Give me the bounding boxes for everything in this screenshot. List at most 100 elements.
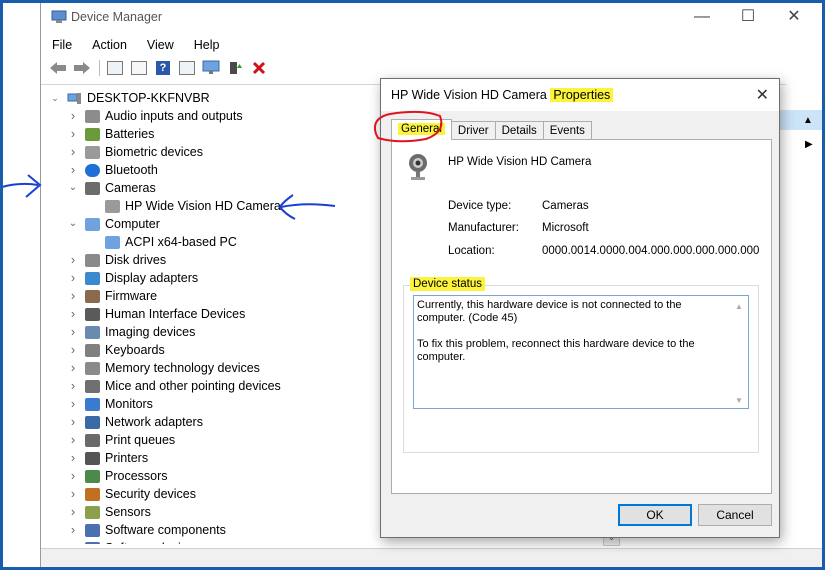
tree-item-label: Cameras bbox=[105, 181, 156, 195]
tree-item-memory-technology-devices[interactable]: › Memory technology devices bbox=[67, 359, 260, 377]
tree-item-firmware[interactable]: › Firmware bbox=[67, 287, 157, 305]
expand-chevron-icon[interactable]: › bbox=[67, 467, 79, 485]
tree-item-biometric-devices[interactable]: › Biometric devices bbox=[67, 143, 203, 161]
monitor-icon bbox=[202, 60, 220, 74]
tree-item-label: Memory technology devices bbox=[105, 361, 260, 375]
tree-item-printers[interactable]: › Printers bbox=[67, 449, 148, 467]
tree-item-disk-drives[interactable]: › Disk drives bbox=[67, 251, 166, 269]
tree-item-label: Computer bbox=[105, 217, 160, 231]
tree-item-label: Display adapters bbox=[105, 271, 199, 285]
menu-help[interactable]: Help bbox=[183, 36, 229, 54]
collapse-chevron-icon[interactable]: ⌄ bbox=[67, 215, 79, 233]
help-button[interactable]: ? bbox=[152, 58, 174, 78]
expand-chevron-icon[interactable]: › bbox=[67, 251, 79, 269]
menu-view[interactable]: View bbox=[136, 36, 183, 54]
scrollbar-thumb-area[interactable] bbox=[779, 110, 825, 130]
memory-technology-devices-icon bbox=[85, 361, 100, 375]
tree-item-label: HP Wide Vision HD Camera bbox=[125, 199, 281, 213]
tree-root-label: DESKTOP-KKFNVBR bbox=[87, 91, 210, 105]
menu-action[interactable]: Action bbox=[81, 36, 136, 54]
tree-item-label: Processors bbox=[105, 469, 168, 483]
expand-chevron-icon[interactable]: › bbox=[67, 125, 79, 143]
dialog-close-button[interactable]: ✕ bbox=[756, 85, 769, 105]
tree-item-mice-and-other-pointing-devices[interactable]: › Mice and other pointing devices bbox=[67, 377, 281, 395]
expand-right-icon[interactable]: ▶ bbox=[805, 139, 813, 150]
tree-item-label: Audio inputs and outputs bbox=[105, 109, 243, 123]
location-value: 0000.0014.0000.004.000.000.000.000.000 bbox=[542, 245, 760, 257]
collapse-chevron-icon[interactable]: ⌄ bbox=[67, 179, 79, 197]
uninstall-device-button[interactable] bbox=[248, 58, 270, 78]
disk-drives-icon bbox=[85, 253, 100, 267]
show-hide-console-tree-button[interactable] bbox=[104, 58, 126, 78]
device-status-label: Device status bbox=[410, 277, 486, 291]
expand-chevron-icon[interactable]: › bbox=[67, 359, 79, 377]
expand-chevron-icon[interactable]: › bbox=[67, 107, 79, 125]
tree-item-monitors[interactable]: › Monitors bbox=[67, 395, 153, 413]
tree-item-hp-wide-vision-hd-camera[interactable]: HP Wide Vision HD Camera bbox=[87, 197, 281, 215]
tree-item-cameras[interactable]: ⌄ Cameras bbox=[67, 179, 156, 197]
expand-chevron-icon[interactable]: › bbox=[67, 269, 79, 287]
scroll-up-icon[interactable]: ▲ bbox=[803, 115, 813, 126]
tree-item-processors[interactable]: › Processors bbox=[67, 467, 168, 485]
expand-chevron-icon[interactable]: › bbox=[67, 305, 79, 323]
expand-chevron-icon[interactable]: › bbox=[67, 485, 79, 503]
back-button[interactable] bbox=[47, 58, 69, 78]
expand-chevron-icon[interactable]: › bbox=[67, 377, 79, 395]
device-status-textbox[interactable]: Currently, this hardware device is not c… bbox=[413, 295, 749, 409]
expand-chevron-icon[interactable]: › bbox=[67, 503, 79, 521]
status-scroll-up-icon[interactable]: ▲ bbox=[735, 300, 743, 313]
tree-item-print-queues[interactable]: › Print queues bbox=[67, 431, 175, 449]
collapse-chevron-icon[interactable]: ⌄ bbox=[49, 89, 61, 107]
tree-item-label: Batteries bbox=[105, 127, 155, 141]
tree-item-bluetooth[interactable]: › Bluetooth bbox=[67, 161, 158, 179]
tab-general[interactable]: General bbox=[391, 119, 452, 140]
menu-file[interactable]: File bbox=[41, 36, 81, 54]
tab-driver[interactable]: Driver bbox=[450, 121, 496, 140]
expand-chevron-icon[interactable]: › bbox=[67, 287, 79, 305]
tree-item-security-devices[interactable]: › Security devices bbox=[67, 485, 196, 503]
update-driver-button[interactable] bbox=[224, 58, 246, 78]
tree-item-label: Bluetooth bbox=[105, 163, 158, 177]
expand-chevron-icon[interactable]: › bbox=[67, 143, 79, 161]
expand-chevron-icon[interactable]: › bbox=[67, 161, 79, 179]
tree-item-audio-inputs-and-outputs[interactable]: › Audio inputs and outputs bbox=[67, 107, 243, 125]
minimize-button[interactable]: — bbox=[679, 5, 725, 29]
forward-button[interactable] bbox=[71, 58, 93, 78]
tree-item-batteries[interactable]: › Batteries bbox=[67, 125, 155, 143]
cameras-icon bbox=[85, 181, 100, 195]
expand-chevron-icon[interactable]: › bbox=[67, 323, 79, 341]
status-bar bbox=[41, 548, 825, 570]
view-button[interactable] bbox=[176, 58, 198, 78]
expand-chevron-icon[interactable]: › bbox=[67, 341, 79, 359]
cancel-button[interactable]: Cancel bbox=[698, 504, 772, 526]
tree-item-acpi-x64-based-pc[interactable]: ACPI x64-based PC bbox=[87, 233, 237, 251]
properties-dialog: HP Wide Vision HD Camera Properties ✕ Ge… bbox=[380, 78, 780, 538]
manufacturer-label: Manufacturer: bbox=[448, 222, 519, 234]
network-adapters-icon bbox=[85, 415, 100, 429]
status-scroll-down-icon[interactable]: ▼ bbox=[735, 394, 743, 407]
expand-chevron-icon[interactable]: › bbox=[67, 395, 79, 413]
expand-chevron-icon[interactable]: › bbox=[67, 431, 79, 449]
computer-icon bbox=[85, 217, 100, 231]
tree-item-imaging-devices[interactable]: › Imaging devices bbox=[67, 323, 196, 341]
acpi-x64-based-pc-icon bbox=[105, 235, 120, 249]
tree-item-network-adapters[interactable]: › Network adapters bbox=[67, 413, 203, 431]
tree-root[interactable]: ⌄ DESKTOP-KKFNVBR bbox=[49, 89, 210, 107]
expand-chevron-icon[interactable]: › bbox=[67, 449, 79, 467]
ok-button[interactable]: OK bbox=[618, 504, 692, 526]
tree-item-sensors[interactable]: › Sensors bbox=[67, 503, 151, 521]
window-controls: — ☐ ✕ bbox=[679, 5, 817, 29]
update-driver-icon bbox=[230, 62, 242, 74]
close-button[interactable]: ✕ bbox=[771, 5, 817, 29]
tab-details[interactable]: Details bbox=[494, 121, 544, 140]
status-scrollbar[interactable]: ▲ ▼ bbox=[731, 296, 748, 408]
tree-item-display-adapters[interactable]: › Display adapters bbox=[67, 269, 198, 287]
tree-item-keyboards[interactable]: › Keyboards bbox=[67, 341, 165, 359]
maximize-button[interactable]: ☐ bbox=[725, 5, 771, 29]
properties-button[interactable] bbox=[128, 58, 150, 78]
scan-hardware-button[interactable] bbox=[200, 58, 222, 78]
expand-chevron-icon[interactable]: › bbox=[67, 413, 79, 431]
tree-item-computer[interactable]: ⌄ Computer bbox=[67, 215, 160, 233]
tab-events[interactable]: Events bbox=[542, 121, 592, 140]
tree-item-human-interface-devices[interactable]: › Human Interface Devices bbox=[67, 305, 246, 323]
